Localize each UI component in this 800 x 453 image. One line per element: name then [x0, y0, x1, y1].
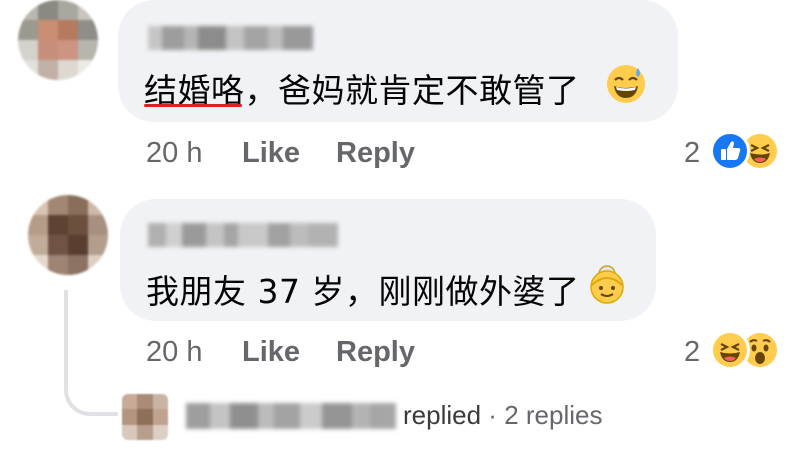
- haha-reaction-icon[interactable]: [710, 330, 750, 370]
- commenter-name-blurred[interactable]: [148, 26, 313, 50]
- replies-count[interactable]: 2 replies: [504, 400, 602, 430]
- older-woman-icon: [590, 265, 624, 304]
- reply-button[interactable]: Reply: [336, 137, 415, 170]
- reply-button[interactable]: Reply: [336, 336, 415, 369]
- separator: ·: [488, 400, 497, 430]
- avatar[interactable]: [28, 195, 108, 275]
- replier-name-blurred[interactable]: [186, 403, 396, 429]
- timestamp[interactable]: 20 h: [146, 137, 202, 170]
- comment-bubble: 结婚咯，爸妈就肯定不敢管了: [118, 0, 678, 122]
- spellcheck-underline: [144, 104, 242, 107]
- reaction-count[interactable]: 2: [684, 336, 700, 369]
- commenter-name-blurred[interactable]: [148, 223, 338, 247]
- reply-thread-connector: [64, 290, 118, 416]
- reaction-count[interactable]: 2: [684, 137, 700, 170]
- grinning-face-with-sweat-icon: [607, 65, 645, 103]
- timestamp[interactable]: 20 h: [146, 336, 202, 369]
- avatar[interactable]: [122, 394, 168, 440]
- comment-text: 我朋友 37 岁，刚刚做外婆了: [146, 272, 580, 311]
- avatar[interactable]: [18, 0, 98, 80]
- like-button[interactable]: Like: [242, 336, 300, 369]
- like-button[interactable]: Like: [242, 137, 300, 170]
- comment-bubble: 我朋友 37 岁，刚刚做外婆了: [120, 199, 656, 321]
- like-reaction-icon[interactable]: [710, 131, 750, 171]
- replied-label: replied: [403, 400, 482, 430]
- replies-summary[interactable]: replied · 2 replies: [403, 400, 602, 431]
